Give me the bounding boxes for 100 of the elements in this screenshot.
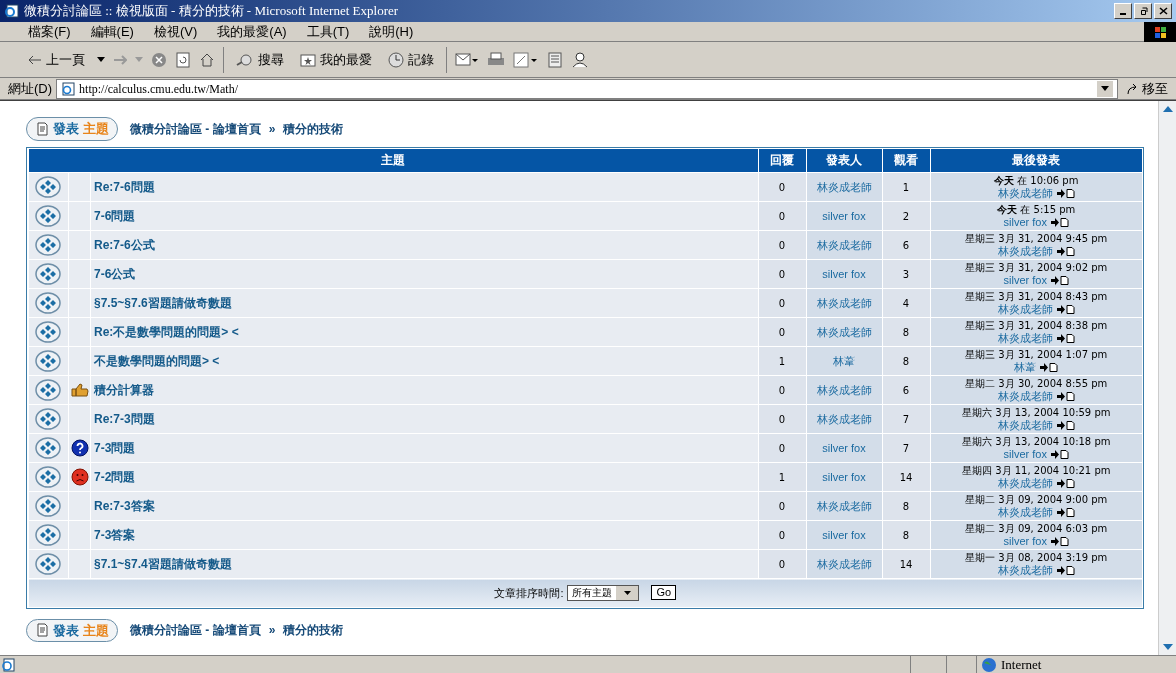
topic-link[interactable]: Re:7-6問題 [94, 180, 155, 194]
page-icon [61, 81, 76, 96]
last-author-link[interactable]: 林炎成老師 [997, 506, 1053, 518]
caret-icon[interactable] [97, 57, 105, 62]
last-author-link[interactable]: 林炎成老師 [997, 245, 1053, 257]
author-link[interactable]: 林葦 [833, 354, 855, 367]
replies-cell: 0 [758, 259, 806, 289]
new-topic-button[interactable]: 發表 主題 [26, 117, 118, 141]
forum-index-link[interactable]: 微積分討論區 - 論壇首頁 [130, 119, 261, 138]
last-author-link[interactable]: 林炎成老師 [997, 419, 1053, 431]
history-button[interactable]: 記錄 [384, 49, 438, 70]
replies-cell: 0 [758, 549, 806, 579]
last-author-link[interactable]: 林炎成老師 [997, 303, 1053, 315]
discuss-icon[interactable] [547, 51, 563, 68]
topic-link[interactable]: §7.1~§7.4習題請做奇數題 [94, 557, 232, 571]
arrow-page-icon[interactable] [1050, 275, 1069, 285]
topic-link[interactable]: §7.5~§7.6習題請做奇數題 [94, 296, 232, 310]
topic-link[interactable]: 不是數學問題的問題> < [94, 354, 220, 368]
search-button[interactable]: 搜尋 [232, 49, 288, 70]
menu-item[interactable]: 檢視(V) [153, 21, 198, 42]
forum-link[interactable]: 積分的技術 [283, 621, 344, 640]
go-arrow-icon [1126, 82, 1138, 95]
new-topic-button[interactable]: 發表 主題 [26, 618, 118, 642]
arrow-page-icon[interactable] [1056, 507, 1075, 517]
minimize-button[interactable] [1114, 3, 1132, 19]
dropdown-button[interactable] [1097, 80, 1113, 97]
topic-link[interactable]: Re:不是數學問題的問題> < [94, 325, 239, 339]
caret-icon [1101, 86, 1109, 91]
last-author-link[interactable]: 林葦 [1014, 361, 1037, 373]
forum-link[interactable]: 積分的技術 [283, 119, 344, 138]
last-author-link[interactable]: 林炎成老師 [997, 564, 1053, 576]
last-author-link[interactable]: 林炎成老師 [997, 477, 1053, 489]
replies-cell: 0 [758, 317, 806, 347]
topic-link[interactable]: Re:7-6公式 [94, 238, 155, 252]
stop-icon[interactable] [151, 51, 167, 68]
arrow-page-icon[interactable] [1056, 304, 1075, 314]
last-post-time: 星期六 3月 13, 2004 10:18 pm [962, 436, 1111, 448]
arrow-page-icon[interactable] [1056, 333, 1075, 343]
replies-cell: 0 [758, 288, 806, 318]
topic-link[interactable]: 7-3問題 [94, 441, 136, 455]
arrow-page-icon[interactable] [1056, 391, 1075, 401]
scrollbar[interactable] [1158, 101, 1176, 655]
go-button[interactable]: 移至 [1122, 78, 1172, 99]
views-cell: 8 [882, 520, 930, 550]
arrow-page-icon[interactable] [1056, 246, 1075, 256]
mail-icon[interactable] [455, 51, 479, 68]
topic-link[interactable]: 7-2問題 [94, 470, 136, 484]
forum-index-link[interactable]: 微積分討論區 - 論壇首頁 [130, 621, 261, 640]
go-button[interactable]: Go [651, 585, 677, 601]
close-button[interactable] [1154, 3, 1172, 19]
replies-cell: 0 [758, 491, 806, 521]
topic-link[interactable]: 積分計算器 [94, 383, 154, 397]
topic-link[interactable]: Re:7-3問題 [94, 412, 155, 426]
views-cell: 7 [882, 433, 930, 463]
arrow-page-icon[interactable] [1056, 188, 1075, 198]
topic-folder-icon [35, 466, 62, 488]
restore-button[interactable] [1134, 3, 1152, 19]
home-icon[interactable] [199, 51, 215, 68]
thumbs-up-icon [70, 383, 89, 397]
arrow-page-icon[interactable] [1056, 565, 1075, 575]
arrow-page-icon[interactable] [1050, 449, 1069, 459]
last-post-time: 星期四 3月 11, 2004 10:21 pm [962, 465, 1111, 477]
topic-link[interactable]: 7-6問題 [94, 209, 136, 223]
last-author-link[interactable]: 林炎成老師 [997, 332, 1053, 344]
replies-cell: 0 [758, 404, 806, 434]
clock-icon [388, 51, 404, 68]
back-button[interactable]: 上一頁 [24, 49, 89, 70]
last-post-time: 星期二 3月 30, 2004 8:55 pm [965, 378, 1108, 390]
people-icon[interactable] [571, 51, 589, 68]
last-author-link[interactable]: silver fox [1003, 274, 1047, 286]
topic-link[interactable]: Re:7-3答案 [94, 499, 155, 513]
topic-link[interactable]: 7-3答案 [94, 528, 136, 542]
views-cell: 3 [882, 259, 930, 289]
menu-item[interactable]: 編輯(E) [90, 21, 134, 42]
topic-folder-icon [35, 176, 62, 198]
edit-icon[interactable] [513, 51, 539, 68]
last-author-link[interactable]: 林炎成老師 [997, 187, 1053, 199]
last-author-link[interactable]: silver fox [1003, 216, 1047, 228]
menu-item[interactable]: 工具(T) [306, 21, 350, 42]
arrow-page-icon[interactable] [1040, 362, 1059, 372]
arrow-page-icon[interactable] [1050, 536, 1069, 546]
last-post-time: 星期三 3月 31, 2004 1:07 pm [965, 349, 1108, 361]
favorites-button[interactable]: 我的最愛 [296, 49, 376, 70]
arrow-page-icon[interactable] [1050, 217, 1069, 227]
arrow-page-icon[interactable] [1056, 420, 1075, 430]
menu-item[interactable]: 說明(H) [369, 21, 414, 42]
menu-item[interactable]: 檔案(F) [28, 21, 71, 42]
refresh-icon[interactable] [175, 51, 191, 68]
print-icon[interactable] [487, 51, 505, 68]
last-author-link[interactable]: 林炎成老師 [997, 390, 1053, 402]
column-header: 最後發表 [930, 148, 1142, 173]
address-field[interactable]: http://calculus.cmu.edu.tw/Math/ [56, 78, 1118, 99]
last-author-link[interactable]: silver fox [1003, 535, 1047, 547]
star-folder-icon [300, 52, 316, 67]
last-author-link[interactable]: silver fox [1003, 448, 1047, 460]
sort-select[interactable]: 所有主題 [567, 584, 640, 601]
arrow-page-icon[interactable] [1056, 478, 1075, 488]
replies-cell: 1 [758, 462, 806, 492]
topic-link[interactable]: 7-6公式 [94, 267, 136, 281]
menu-item[interactable]: 我的最愛(A) [217, 21, 287, 42]
